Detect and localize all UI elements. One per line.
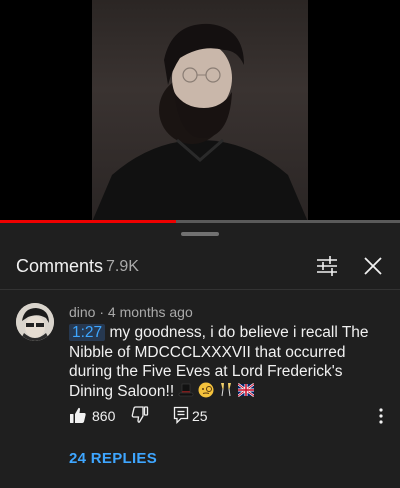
tophat-icon <box>178 382 194 398</box>
comment-meta: dino · 4 months ago <box>69 304 193 320</box>
like-count: 860 <box>92 408 116 424</box>
comment-time: 4 months ago <box>107 304 193 320</box>
reply-count: 25 <box>192 408 208 424</box>
video-player[interactable] <box>0 0 400 222</box>
timestamp-link[interactable]: 1:27 <box>69 324 106 341</box>
close-icon[interactable] <box>360 253 386 279</box>
reply-icon[interactable] <box>173 406 189 425</box>
view-replies-button[interactable]: 24 REPLIES <box>69 450 157 467</box>
meta-separator: · <box>99 304 105 320</box>
header-divider <box>0 289 400 290</box>
uk-flag-icon <box>237 382 255 398</box>
comments-title: Comments <box>16 256 104 276</box>
dislike-icon[interactable] <box>131 406 149 424</box>
more-options-icon[interactable] <box>376 407 386 425</box>
monocle-face-icon <box>198 382 214 398</box>
champagne-glasses-icon <box>218 382 234 398</box>
video-progress-bar[interactable] <box>0 220 400 223</box>
comments-count: 7.9K <box>106 258 139 275</box>
video-frame-portrait <box>92 0 308 222</box>
comment-body: 1:27 my goodness, i do believe i recall … <box>69 323 387 401</box>
comment-author[interactable]: dino <box>69 304 95 320</box>
like-icon[interactable] <box>69 406 87 424</box>
sheet-drag-handle[interactable] <box>181 232 219 236</box>
filter-icon[interactable] <box>314 253 340 279</box>
video-progress-fill <box>0 220 176 223</box>
avatar[interactable] <box>16 303 54 341</box>
